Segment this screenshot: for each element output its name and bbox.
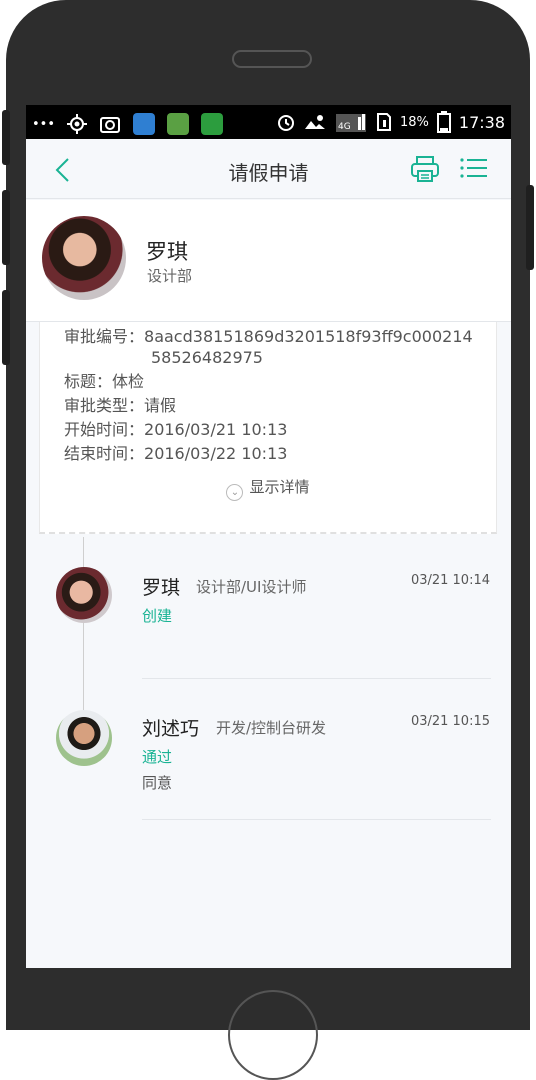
volume-down-button: [2, 190, 10, 265]
battery-percent: 18%: [399, 114, 429, 130]
approval-comment: 同意: [142, 774, 173, 792]
approval-number-row: 审批编号：8aacd38151869d3201518f93ff9c000214: [64, 327, 473, 346]
chevron-down-icon: ⌄: [226, 484, 244, 501]
screen: ••• 4G 18% 17:38 请假申请 罗琪 设计部 审批编号：8aacd3: [26, 105, 511, 968]
shield-app-icon: [201, 113, 224, 135]
approver-role: 设计部/UI设计师: [196, 578, 307, 596]
alarm-icon: [277, 115, 294, 131]
speaker: [232, 50, 312, 68]
status-bar: ••• 4G 18% 17:38: [26, 105, 511, 139]
battery-icon: [436, 111, 451, 133]
approval-number: 8aacd38151869d3201518f93ff9c000214: [144, 327, 473, 346]
end-time-row: 结束时间：2016/03/22 10:13: [64, 444, 288, 463]
avatar: [56, 710, 112, 766]
avatar: [42, 216, 126, 300]
status-label: 通过: [142, 748, 173, 766]
signal-icon: 4G: [335, 114, 366, 132]
list-menu-icon[interactable]: [460, 157, 488, 179]
sim-icon: [376, 113, 391, 131]
status-label: 创建: [142, 607, 173, 625]
approval-number-continued: 58526482975: [151, 348, 263, 367]
applicant-card: 罗琪 设计部: [26, 200, 511, 322]
timestamp: 03/21 10:14: [410, 573, 490, 588]
approver-role: 开发/控制台研发: [216, 719, 327, 737]
weather-app-icon: [133, 113, 156, 135]
svg-text:4G: 4G: [338, 122, 351, 132]
start-time-row: 开始时间：2016/03/21 10:13: [64, 420, 288, 439]
detail-panel: 审批编号：8aacd38151869d3201518f93ff9c000214 …: [39, 322, 497, 534]
dots-icon: •••: [32, 116, 56, 132]
approver-name: 刘述巧: [142, 718, 200, 740]
nav-bar: 请假申请: [26, 139, 511, 199]
photo-notify-icon: [304, 115, 325, 129]
approver-name: 罗琪: [142, 577, 181, 599]
divider: [142, 819, 491, 820]
volume-button: [2, 110, 10, 165]
screenshot-icon: [100, 117, 121, 133]
avatar: [56, 567, 112, 623]
locate-icon: [67, 114, 88, 134]
flower-app-icon: [167, 113, 190, 135]
show-details-button[interactable]: ⌄ 显示详情: [40, 476, 496, 501]
title-row: 标题：体检: [64, 372, 145, 391]
divider: [142, 678, 491, 679]
applicant-department: 设计部: [147, 267, 193, 285]
home-button[interactable]: [228, 990, 318, 1080]
power-button: [526, 185, 534, 270]
timeline-line: [83, 537, 84, 717]
type-row: 审批类型：请假: [64, 396, 177, 415]
timestamp: 03/21 10:15: [410, 714, 490, 729]
applicant-name: 罗琪: [146, 240, 188, 264]
print-icon[interactable]: [410, 155, 440, 183]
side-button: [2, 290, 10, 365]
clock: 17:38: [458, 112, 505, 132]
